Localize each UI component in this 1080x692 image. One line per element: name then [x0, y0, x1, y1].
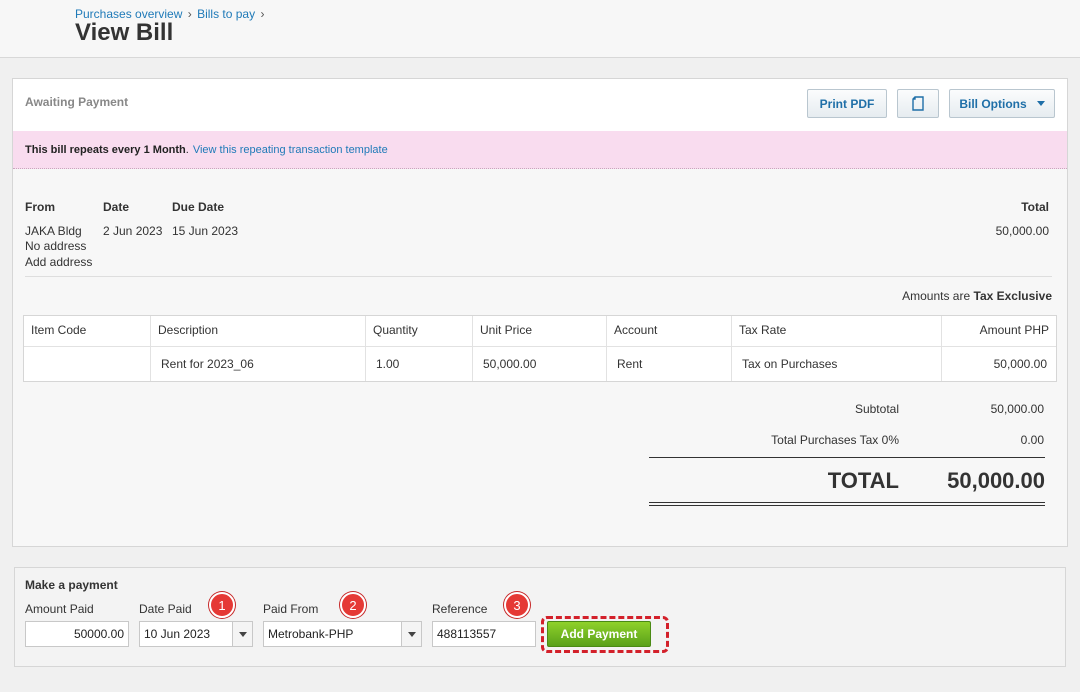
cell-unit-price: 50,000.00: [483, 357, 537, 371]
header-amount: Amount PHP: [979, 323, 1049, 337]
bill-toolbar: Awaiting Payment Print PDF Bill Options: [13, 79, 1067, 131]
header-tax-rate: Tax Rate: [739, 323, 787, 337]
reference-label: Reference: [432, 602, 488, 616]
cell-description: Rent for 2023_06: [161, 357, 254, 371]
amounts-note: Amounts are Tax Exclusive: [902, 289, 1052, 303]
column-divider: [606, 316, 607, 381]
column-divider: [365, 316, 366, 381]
date-value: 2 Jun 2023: [103, 224, 163, 238]
date-label: Date: [103, 200, 130, 214]
bill-options-button[interactable]: Bill Options: [949, 89, 1055, 118]
chevron-down-icon: [1036, 101, 1045, 106]
print-pdf-button[interactable]: Print PDF: [807, 89, 887, 118]
chevron-down-icon: [407, 631, 416, 637]
bill-options-label: Bill Options: [959, 96, 1027, 111]
grand-total-value: 50,000.00: [947, 468, 1045, 493]
total-double-underline: [649, 502, 1045, 506]
step-badge-1: 1: [209, 592, 235, 618]
step-badge-2: 2: [340, 592, 366, 618]
header-unit-price: Unit Price: [480, 323, 533, 337]
tax-value: 0.00: [1020, 433, 1044, 447]
from-label: From: [25, 200, 55, 214]
date-paid-value: 10 Jun 2023: [144, 627, 211, 641]
due-date-label: Due Date: [172, 200, 225, 214]
amount-paid-input[interactable]: [25, 621, 129, 647]
bill-card: Awaiting Payment Print PDF Bill Options …: [12, 78, 1068, 547]
column-divider: [731, 316, 732, 381]
row-divider: [24, 346, 1056, 347]
grand-total-label: TOTAL: [827, 468, 899, 493]
paid-from-value: Metrobank-PHP: [268, 627, 354, 641]
header-item-code: Item Code: [31, 323, 87, 337]
header-account: Account: [614, 323, 658, 337]
reference-input[interactable]: [432, 621, 536, 647]
repeat-notice: This bill repeats every 1 Month. View th…: [13, 131, 1067, 169]
paid-from-select[interactable]: Metrobank-PHP: [263, 621, 422, 647]
repeat-suffix: .: [185, 143, 189, 156]
chevron-down-icon: [238, 631, 247, 637]
breadcrumb-separator: ›: [260, 7, 265, 21]
header-description: Description: [158, 323, 219, 337]
cell-tax-rate: Tax on Purchases: [742, 357, 838, 371]
amount-paid-label: Amount Paid: [25, 602, 94, 616]
repeating-template-link[interactable]: View this repeating transaction template: [193, 144, 388, 156]
date-paid-label: Date Paid: [139, 602, 192, 616]
total-value: 50,000.00: [995, 224, 1049, 238]
supplier-link[interactable]: JAKA Bldg: [25, 224, 82, 238]
column-divider: [150, 316, 151, 381]
date-dropdown-button[interactable]: [232, 622, 252, 646]
status-label: Awaiting Payment: [25, 95, 129, 109]
page-header: Purchases overview › Bills to pay › View…: [0, 0, 1080, 58]
paid-from-dropdown-button[interactable]: [401, 622, 421, 646]
tax-mode: Tax Exclusive: [973, 289, 1053, 303]
cell-account: Rent: [617, 357, 643, 371]
step-badge-3: 3: [504, 592, 530, 618]
copy-button[interactable]: [897, 89, 939, 118]
paid-from-label: Paid From: [263, 602, 319, 616]
due-date-value: 15 Jun 2023: [172, 224, 239, 238]
subtotal-value: 50,000.00: [990, 402, 1044, 416]
amounts-note-prefix: Amounts are: [902, 289, 971, 303]
header-quantity: Quantity: [373, 323, 418, 337]
total-divider: [649, 457, 1045, 458]
cell-amount: 50,000.00: [993, 357, 1047, 371]
divider: [25, 276, 1052, 277]
column-divider: [472, 316, 473, 381]
add-payment-button[interactable]: Add Payment: [547, 621, 651, 647]
date-paid-picker[interactable]: 10 Jun 2023: [139, 621, 253, 647]
copy-icon: [912, 96, 924, 111]
cell-quantity: 1.00: [376, 357, 400, 371]
breadcrumb-bills-to-pay[interactable]: Bills to pay: [197, 7, 255, 21]
line-items-table: Item Code Description Quantity Unit Pric…: [23, 315, 1057, 382]
breadcrumb-separator: ›: [187, 7, 192, 21]
make-payment-panel: Make a payment Amount Paid Date Paid 1 1…: [14, 567, 1066, 667]
page-title: View Bill: [75, 19, 174, 46]
repeat-text: This bill repeats every 1 Month: [25, 143, 186, 156]
column-divider: [941, 316, 942, 381]
total-label: Total: [1021, 200, 1049, 214]
tax-label: Total Purchases Tax 0%: [771, 433, 899, 447]
supplier-address: No address: [25, 239, 87, 253]
subtotal-label: Subtotal: [854, 402, 899, 416]
make-payment-title: Make a payment: [25, 578, 118, 592]
add-address-link[interactable]: Add address: [25, 255, 92, 269]
